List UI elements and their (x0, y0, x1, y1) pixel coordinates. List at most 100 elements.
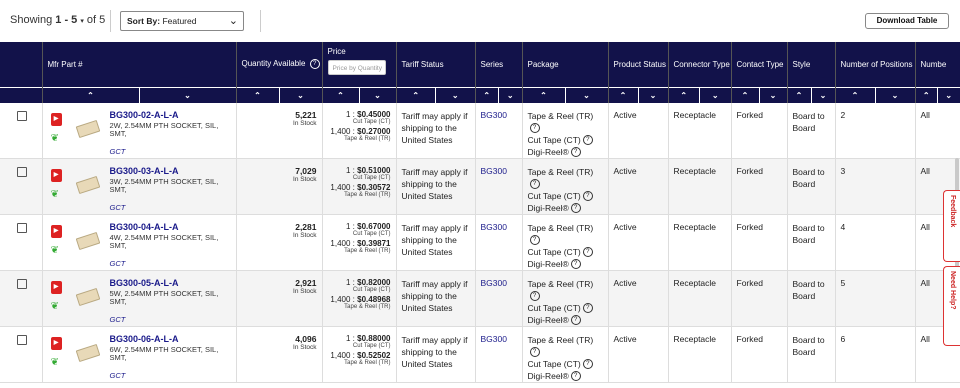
sort-desc-icon[interactable]: ⌄ (358, 87, 396, 103)
sort-asc-icon[interactable]: ⌃ (323, 88, 359, 103)
col-price[interactable]: Price Price by Quantity (322, 42, 397, 87)
sort-desc-icon[interactable]: ⌄ (810, 87, 835, 103)
row-checkbox[interactable] (17, 278, 27, 289)
row-checkbox[interactable] (17, 110, 27, 121)
series-link[interactable]: BG300 (481, 222, 507, 232)
help-icon[interactable]: ? (582, 359, 593, 370)
help-icon[interactable]: ? (529, 291, 540, 302)
product-thumbnail[interactable] (75, 287, 100, 306)
sort-select[interactable]: Sort By: Featured ⌄ (120, 11, 244, 31)
price-by-quantity-input[interactable]: Price by Quantity (327, 60, 386, 75)
part-number-link[interactable]: BG300-02-A-L-A (110, 110, 179, 120)
part-number-link[interactable]: BG300-05-A-L-A (110, 278, 179, 288)
row-checkbox[interactable] (17, 334, 27, 345)
help-icon[interactable]: ? (570, 259, 581, 269)
sort-desc-icon[interactable]: ⌄ (138, 87, 236, 103)
manufacturer-link[interactable]: GCT (110, 203, 126, 212)
col-quantity[interactable]: Quantity Available ? (236, 42, 323, 87)
part-number-link[interactable]: BG300-03-A-L-A (110, 166, 179, 176)
feedback-tab[interactable]: Feedback (943, 190, 960, 262)
col-mfr-part[interactable]: Mfr Part # (42, 42, 237, 87)
sort-asc-icon[interactable]: ⌃ (43, 88, 139, 103)
select-cell (0, 102, 43, 159)
row-checkbox[interactable] (17, 166, 27, 177)
help-icon[interactable]: ? (582, 135, 593, 146)
sort-desc-icon[interactable]: ⌄ (937, 87, 959, 103)
help-icon[interactable]: ? (570, 315, 581, 325)
manufacturer-link[interactable]: GCT (110, 259, 126, 268)
sort-asc-icon[interactable]: ⌃ (609, 88, 638, 103)
help-icon[interactable]: ? (582, 303, 593, 314)
sort-desc-icon[interactable]: ⌄ (278, 87, 322, 103)
sort-asc-icon[interactable]: ⌃ (916, 88, 938, 103)
sort-desc-icon[interactable]: ⌄ (637, 87, 668, 103)
sort-asc-icon[interactable]: ⌃ (669, 88, 700, 103)
sort-asc-icon[interactable]: ⌃ (237, 88, 279, 103)
pdf-datasheet-icon[interactable]: ▶ (50, 280, 62, 294)
manufacturer-link[interactable]: GCT (110, 315, 126, 324)
package-option: Digi-Reel® (527, 370, 569, 381)
row-checkbox[interactable] (17, 222, 27, 233)
series-cell: BG300 (475, 214, 523, 271)
product-thumbnail[interactable] (75, 231, 100, 250)
sort-desc-icon[interactable]: ⌄ (498, 87, 521, 103)
package-option: Cut Tape (CT) (527, 134, 581, 145)
sort-asc-icon[interactable]: ⌃ (523, 88, 565, 103)
pdf-datasheet-icon[interactable]: ▶ (50, 168, 62, 182)
col-tariff[interactable]: Tariff Status (396, 42, 476, 87)
col-style[interactable]: Style (787, 42, 836, 87)
product-thumbnail[interactable] (75, 175, 100, 194)
package-option: Tape & Reel (TR) (527, 166, 594, 177)
pdf-datasheet-icon[interactable]: ▶ (50, 336, 62, 350)
need-help-tab[interactable]: Need Help? (943, 266, 960, 346)
range-caret-icon[interactable]: ▾ (80, 18, 84, 25)
positions-cell: 5 (835, 270, 916, 327)
help-icon[interactable]: ? (529, 179, 540, 190)
product-thumbnail[interactable] (75, 343, 100, 362)
part-number-link[interactable]: BG300-06-A-L-A (110, 334, 179, 344)
help-icon[interactable]: ? (529, 235, 540, 246)
download-table-button[interactable]: Download Table (865, 13, 949, 29)
col-package[interactable]: Package (522, 42, 609, 87)
pdf-datasheet-icon[interactable]: ▶ (50, 112, 62, 126)
tariff-cell: Tariff may apply if shipping to the Unit… (396, 102, 476, 159)
manufacturer-link[interactable]: GCT (110, 147, 126, 156)
help-icon[interactable]: ? (570, 203, 581, 213)
sort-desc-icon[interactable]: ⌄ (564, 87, 608, 103)
sort-desc-icon[interactable]: ⌄ (699, 87, 730, 103)
sort-asc-icon[interactable]: ⌃ (788, 88, 811, 103)
series-link[interactable]: BG300 (481, 334, 507, 344)
col-positions[interactable]: Number of Positions (835, 42, 916, 87)
sort-asc-icon[interactable]: ⌃ (732, 88, 759, 103)
sort-asc-icon[interactable]: ⌃ (836, 88, 875, 103)
series-link[interactable]: BG300 (481, 278, 507, 288)
part-number-link[interactable]: BG300-04-A-L-A (110, 222, 179, 232)
col-number-more[interactable]: Numbe (915, 42, 960, 87)
col-connector[interactable]: Connector Type (668, 42, 732, 87)
help-icon[interactable]: ? (570, 147, 581, 158)
help-icon[interactable]: ? (582, 247, 593, 258)
col-contact[interactable]: Contact Type (731, 42, 788, 87)
help-icon[interactable]: ? (529, 347, 540, 358)
contact-cell: Forked (731, 102, 788, 159)
sort-asc-icon[interactable]: ⌃ (397, 88, 436, 103)
col-series[interactable]: Series (475, 42, 523, 87)
manufacturer-link[interactable]: GCT (110, 371, 126, 380)
pdf-datasheet-icon[interactable]: ▶ (50, 224, 62, 238)
sort-desc-icon[interactable]: ⌄ (758, 87, 787, 103)
series-link[interactable]: BG300 (481, 110, 507, 120)
sort-desc-icon[interactable]: ⌄ (435, 87, 474, 103)
sort-asc-icon[interactable]: ⌃ (476, 88, 499, 103)
number-more-cell: All (915, 102, 960, 159)
showing-range[interactable]: 1 - 5 (55, 14, 77, 26)
series-link[interactable]: BG300 (481, 166, 507, 176)
price-break-qty: 1,400 : (330, 126, 355, 136)
help-icon[interactable]: ? (582, 191, 593, 202)
col-status[interactable]: Product Status (608, 42, 669, 87)
help-icon[interactable]: ? (570, 371, 581, 381)
help-icon[interactable]: ? (309, 59, 320, 70)
sort-desc-icon[interactable]: ⌄ (874, 87, 915, 103)
price-value: $0.39871 (357, 238, 391, 248)
product-thumbnail[interactable] (75, 119, 100, 138)
help-icon[interactable]: ? (529, 123, 540, 134)
